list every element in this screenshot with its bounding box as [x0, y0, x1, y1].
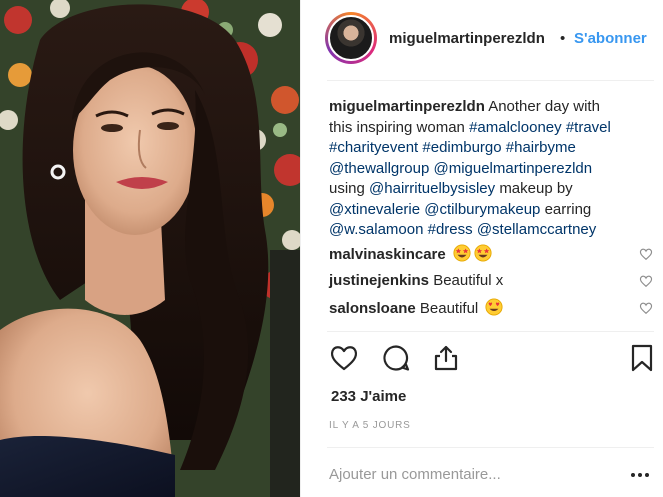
post-details-panel: miguelmartinperezldn • S'abonner miguelm…	[300, 0, 663, 497]
comment-author[interactable]: malvinaskincare	[329, 246, 446, 263]
caption-text: earring	[544, 200, 592, 218]
caption-text: this inspiring woman	[329, 118, 465, 136]
comment-text: Beautiful	[419, 300, 479, 317]
comment-item: salonsloane Beautiful	[329, 298, 659, 325]
action-bar	[329, 343, 657, 377]
ellipsis-icon[interactable]	[629, 466, 651, 484]
comment-list: malvinaskincare justinejenkins Beautiful…	[329, 244, 659, 325]
hashtag-link[interactable]: #travel	[566, 119, 611, 136]
footer-divider	[327, 447, 654, 448]
comment-text: Beautiful x	[433, 272, 504, 289]
hashtag-link[interactable]: #hairbyme	[506, 139, 576, 156]
like-comment-heart-icon[interactable]	[639, 301, 653, 315]
comment-author[interactable]: salonsloane	[329, 300, 416, 317]
caption-text: using	[329, 180, 365, 197]
header-divider	[327, 80, 654, 81]
hashtag-link[interactable]: #edimburgo	[422, 139, 501, 156]
comment-item: justinejenkins Beautiful x	[329, 271, 659, 298]
mention-link[interactable]: @ctilburymakeup	[424, 201, 540, 218]
mention-link[interactable]: @thewallgroup	[329, 160, 429, 177]
hashtag-link[interactable]: #dress	[428, 221, 473, 238]
mention-link[interactable]: @stellamccartney	[477, 221, 596, 238]
like-count[interactable]: 233 J'aime	[331, 388, 406, 405]
post-photo[interactable]	[0, 0, 300, 497]
comments-divider	[327, 331, 654, 332]
comment-author[interactable]: justinejenkins	[329, 272, 429, 289]
hashtag-link[interactable]: #amalclooney	[469, 119, 562, 136]
star-struck-emoji-icon	[453, 244, 471, 262]
mention-link[interactable]: @miguelmartinperezldn	[433, 160, 592, 177]
post-header: miguelmartinperezldn • S'abonner	[301, 0, 663, 80]
add-comment-input[interactable]	[329, 463, 609, 485]
comment-item: malvinaskincare	[329, 244, 659, 271]
caption-text: makeup by	[499, 180, 573, 197]
post-timestamp: IL Y A 5 JOURS	[329, 420, 411, 431]
bookmark-icon[interactable]	[627, 343, 657, 373]
mention-link[interactable]: @xtinevalerie	[329, 201, 420, 218]
star-struck-emoji-icon	[474, 244, 492, 262]
share-upload-icon[interactable]	[431, 343, 461, 373]
avatar-image	[328, 15, 374, 61]
caption-text: Another day with	[488, 98, 600, 115]
mention-link[interactable]: @hairrituelbysisley	[369, 180, 495, 197]
mention-link[interactable]: @w.salamoon	[329, 221, 423, 238]
author-username[interactable]: miguelmartinperezldn	[389, 30, 545, 47]
hashtag-link[interactable]: #charityevent	[329, 139, 418, 156]
speech-bubble-icon[interactable]	[381, 343, 411, 373]
heart-eyes-emoji-icon	[485, 298, 503, 316]
like-comment-heart-icon[interactable]	[639, 274, 653, 288]
separator-dot: •	[560, 30, 566, 47]
post-caption: miguelmartinperezldn Another day with th…	[329, 97, 647, 241]
caption-author[interactable]: miguelmartinperezldn	[329, 98, 485, 115]
portrait-illustration	[0, 0, 300, 497]
heart-outline-icon[interactable]	[329, 343, 359, 373]
follow-button[interactable]: S'abonner	[574, 30, 647, 47]
like-comment-heart-icon[interactable]	[639, 247, 653, 261]
avatar[interactable]	[325, 12, 377, 64]
